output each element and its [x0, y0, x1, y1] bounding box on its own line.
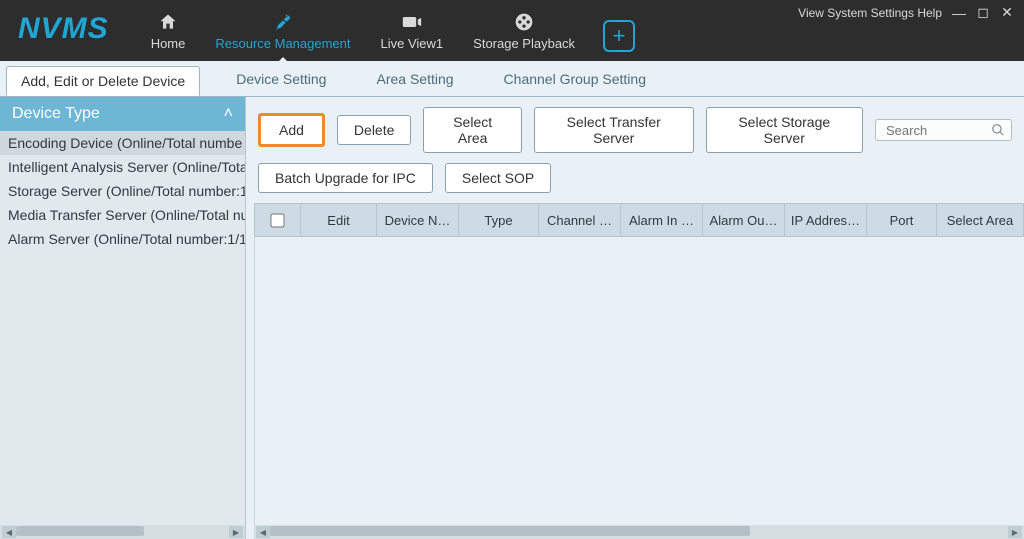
main-area: Device Type ˄ Encoding Device (Online/To… [0, 97, 1024, 539]
batch-upgrade-button[interactable]: Batch Upgrade for IPC [258, 163, 433, 193]
select-storage-server-button[interactable]: Select Storage Server [706, 107, 863, 153]
device-type-list: Encoding Device (Online/Total numbe Inte… [0, 131, 245, 525]
content-panel: Add Delete Select Area Select Transfer S… [246, 97, 1024, 539]
nav-storage-playback[interactable]: Storage Playback [459, 6, 589, 59]
search-box[interactable] [875, 119, 1012, 141]
nav-live-view[interactable]: Live View1 [367, 6, 458, 59]
list-item[interactable]: Intelligent Analysis Server (Online/Tota [0, 155, 245, 179]
chevron-up-icon[interactable]: ˄ [224, 105, 233, 123]
toolbar: Add Delete Select Area Select Transfer S… [246, 97, 1024, 199]
grid-col-checkbox[interactable] [255, 204, 301, 236]
tab-channel-group[interactable]: Channel Group Setting [490, 65, 660, 93]
select-sop-button[interactable]: Select SOP [445, 163, 551, 193]
sub-tab-strip: Add, Edit or Delete Device Device Settin… [0, 61, 1024, 97]
scroll-left-icon[interactable]: ◀ [2, 526, 16, 538]
grid-col-edit[interactable]: Edit [301, 204, 377, 236]
nav-resource-label: Resource Management [215, 36, 350, 51]
device-grid: Edit Device N… Type Channel … Alarm In …… [254, 203, 1024, 539]
grid-body-empty [254, 237, 1024, 525]
grid-col-port[interactable]: Port [867, 204, 937, 236]
tools-icon [271, 10, 295, 34]
nav-items: Home Resource Management Live View1 Stor… [137, 0, 635, 61]
select-area-button[interactable]: Select Area [423, 107, 522, 153]
search-input[interactable] [886, 123, 991, 138]
scroll-track[interactable] [16, 526, 229, 538]
nav-storage-label: Storage Playback [473, 36, 575, 51]
add-tab-button[interactable]: + [603, 20, 635, 52]
sidebar-hscrollbar[interactable]: ◀ ▶ [0, 525, 245, 539]
grid-hscrollbar[interactable]: ◀ ▶ [254, 525, 1024, 539]
list-item[interactable]: Storage Server (Online/Total number:1 [0, 179, 245, 203]
grid-col-ip[interactable]: IP Addres… [785, 204, 867, 236]
search-icon [991, 122, 1005, 138]
nav-resource-management[interactable]: Resource Management [201, 6, 364, 59]
nav-home-label: Home [151, 36, 186, 51]
sidebar-title: Device Type [12, 105, 100, 123]
top-bar: NVMS Home Resource Management Live View1 [0, 0, 1024, 61]
tab-area-setting[interactable]: Area Setting [362, 65, 467, 93]
scroll-track[interactable] [270, 526, 1008, 538]
nav-home[interactable]: Home [137, 6, 200, 59]
menu-bar: View System Settings Help — ◻ ✕ [798, 4, 1014, 21]
close-icon[interactable]: ✕ [1000, 4, 1014, 21]
sidebar: Device Type ˄ Encoding Device (Online/To… [0, 97, 246, 539]
list-item[interactable]: Encoding Device (Online/Total numbe [0, 131, 245, 155]
grid-col-type[interactable]: Type [459, 204, 539, 236]
scroll-right-icon[interactable]: ▶ [229, 526, 243, 538]
grid-header-row: Edit Device N… Type Channel … Alarm In …… [254, 203, 1024, 237]
add-button[interactable]: Add [258, 113, 325, 147]
maximize-icon[interactable]: ◻ [976, 4, 990, 21]
grid-col-device-name[interactable]: Device N… [377, 204, 459, 236]
minimize-icon[interactable]: — [952, 5, 966, 21]
menu-text[interactable]: View System Settings Help [798, 6, 942, 20]
select-all-checkbox[interactable] [270, 213, 284, 227]
list-item[interactable]: Media Transfer Server (Online/Total nu [0, 203, 245, 227]
app-logo: NVMS [0, 0, 137, 61]
tab-add-edit-delete[interactable]: Add, Edit or Delete Device [6, 66, 200, 96]
home-icon [157, 10, 179, 34]
delete-button[interactable]: Delete [337, 115, 411, 145]
film-reel-icon [513, 10, 535, 34]
select-transfer-server-button[interactable]: Select Transfer Server [534, 107, 694, 153]
plus-icon: + [613, 23, 626, 49]
scroll-left-icon[interactable]: ◀ [256, 526, 270, 538]
tab-device-setting[interactable]: Device Setting [222, 65, 340, 93]
grid-col-channel[interactable]: Channel … [539, 204, 621, 236]
nav-live-view-label: Live View1 [381, 36, 444, 51]
grid-col-alarm-out[interactable]: Alarm Ou… [703, 204, 785, 236]
grid-col-select-area[interactable]: Select Area [937, 204, 1024, 236]
sidebar-header[interactable]: Device Type ˄ [0, 97, 245, 131]
camera-icon [400, 10, 424, 34]
list-item[interactable]: Alarm Server (Online/Total number:1/1 [0, 227, 245, 251]
scroll-right-icon[interactable]: ▶ [1008, 526, 1022, 538]
grid-col-alarm-in[interactable]: Alarm In … [621, 204, 703, 236]
